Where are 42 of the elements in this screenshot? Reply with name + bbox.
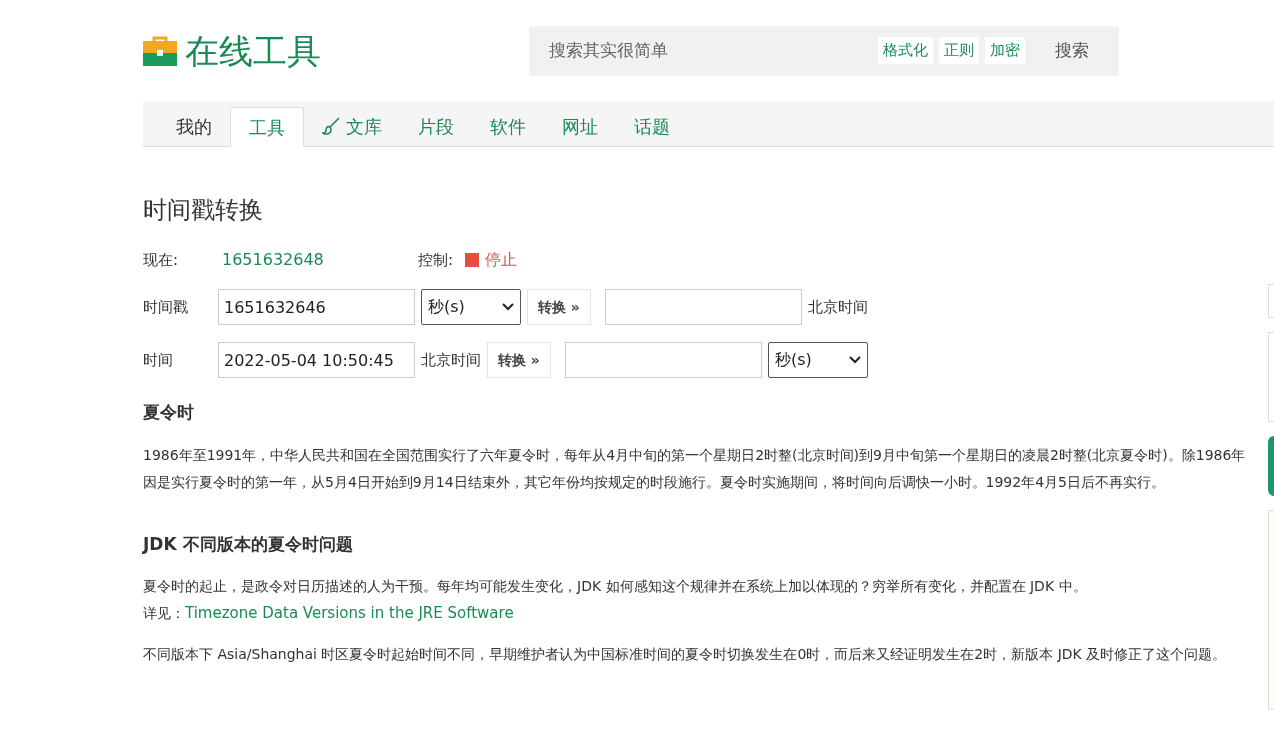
nav-tab[interactable]: 文库	[304, 106, 400, 146]
section-heading: 夏令时	[143, 401, 195, 424]
result-field[interactable]	[564, 342, 762, 378]
timezone-label: 北京时间	[421, 349, 481, 371]
see-also-label: 详见：	[143, 604, 185, 623]
now-label: 现在:	[143, 249, 180, 271]
time-label: 时间	[143, 349, 174, 371]
stop-button[interactable]: 停止	[465, 248, 518, 272]
side-panel	[1268, 284, 1274, 318]
timestamp-field[interactable]: 1651632646	[218, 289, 415, 325]
timestamp-value: 1651632648	[222, 249, 325, 271]
paragraph: 不同版本下 Asia/Shanghai 时区夏令时起始时间不同，早期维护者认为中国标准时间的夏令时切换发生在0时，而后来又经证明发生在2时，新版本 JDK 及时修正了这个问题。	[143, 645, 1228, 664]
convert-button[interactable]: 转换 »	[487, 342, 551, 378]
search-field[interactable]: 搜索其实很简单 格式化 正则 加密 搜索	[529, 25, 1119, 76]
nav-tab[interactable]: 软件	[472, 106, 544, 146]
unit-select[interactable]: 秒(s)	[767, 342, 868, 378]
nav-tab[interactable]: 工具	[230, 107, 304, 147]
search-tag[interactable]: 正则	[939, 37, 979, 64]
datetime-field[interactable]: 2022-05-04 10:50:45	[218, 342, 415, 378]
nav-tab[interactable]: 网址	[544, 106, 616, 146]
page-title: 时间戳转换	[143, 195, 264, 226]
search-tag[interactable]: 加密	[985, 37, 1025, 64]
control-label: 控制:	[418, 249, 454, 271]
convert-button[interactable]: 转换 »	[527, 289, 591, 325]
paragraph: 夏令时的起止，是政令对日历描述的人为干预。每年均可能发生变化，JDK 如何感知这个规律并在系统上加以体现的？穷举所有变化，并配置在 JDK 中。	[143, 577, 1088, 596]
section-heading: JDK 不同版本的夏令时问题	[143, 532, 354, 556]
timestamp-label: 时间戳	[143, 296, 189, 318]
nav-tab[interactable]: 话题	[616, 106, 688, 146]
result-field[interactable]	[604, 289, 802, 325]
search-button[interactable]: 搜索	[1055, 37, 1099, 64]
nav-tab[interactable]: 我的	[158, 106, 230, 146]
timezone-link[interactable]: Timezone Data Versions in the JRE Software	[185, 600, 514, 627]
timezone-label: 北京时间	[807, 296, 868, 318]
nav-tab[interactable]: 片段	[400, 106, 472, 146]
caret-icon	[848, 356, 861, 364]
caret-icon	[502, 303, 514, 311]
stop-icon	[465, 253, 480, 267]
unit-select[interactable]: 秒(s)	[421, 289, 521, 325]
paragraph: 1986年至1991年，中华人民共和国在全国范围实行了六年夏令时，每年从4月中旬的第一个星期日2时整(北京时间)到9月中旬第一个星期日的凌晨2时整(北京夏令时)。除1986年因是实行夏令时的第一年，从5月4日开始到9月14日结束外，其它年份均按规定的时段施行。夏令时实施期间，将时间向后调快一小时。1992年4月5日后不再实行。	[143, 445, 1247, 492]
logo-text: 在线工具	[185, 33, 321, 68]
briefcase-icon	[143, 34, 177, 67]
search-tag[interactable]: 格式化	[878, 37, 933, 64]
